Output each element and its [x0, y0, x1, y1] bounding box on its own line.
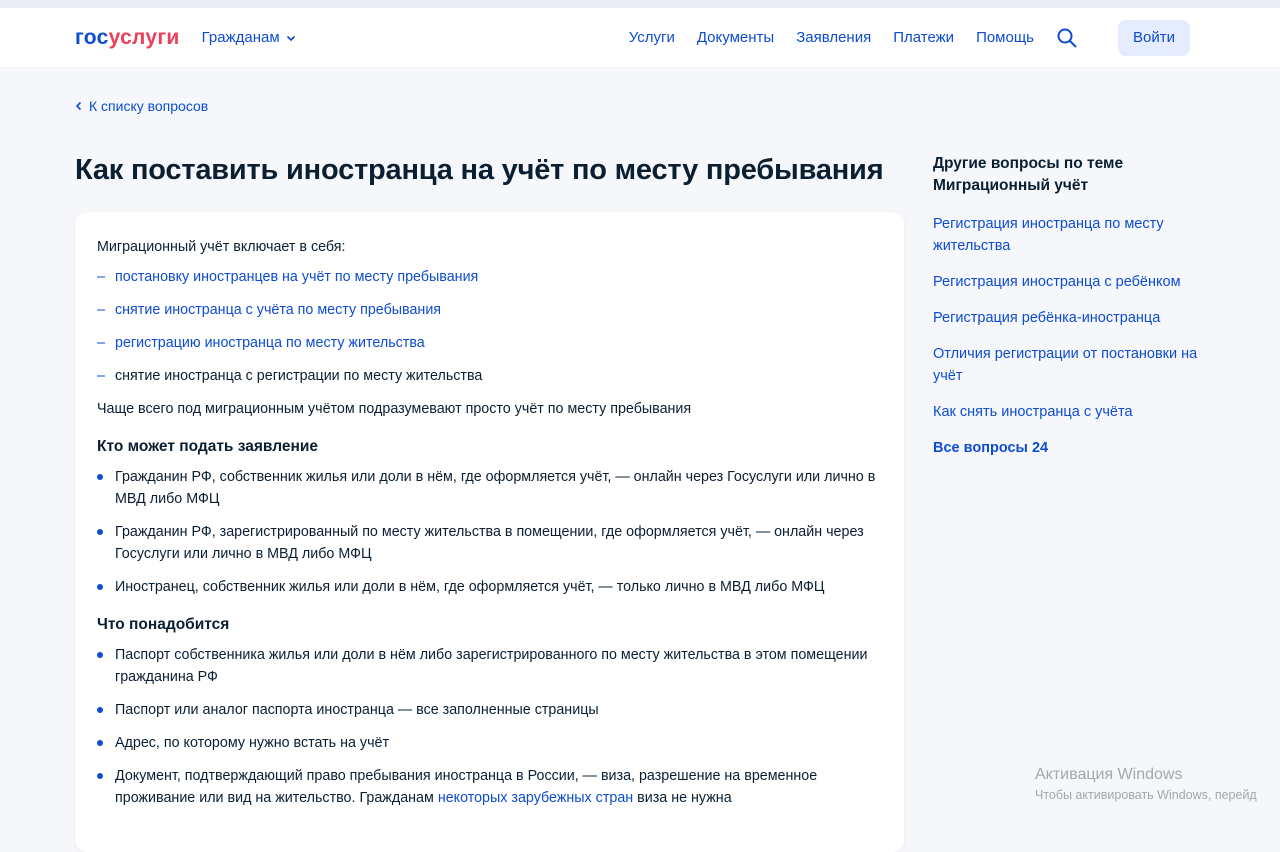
list-item: Паспорт собственника жилья или доли в нё… — [97, 644, 882, 688]
related-link[interactable]: Регистрация ребёнка-иностранца — [933, 307, 1203, 329]
related-title: Другие вопросы по теме Миграционный учёт — [933, 155, 1124, 194]
nav-item-services[interactable]: Услуги — [629, 29, 675, 46]
logo-part-uslugi: услуги — [108, 25, 180, 49]
list-item: – снятие иностранца с учёта по месту преб… — [97, 299, 882, 321]
chevron-down-icon — [286, 35, 295, 41]
bullet-dot — [97, 474, 103, 480]
who-heading: Кто может подать заявление — [97, 438, 319, 455]
logo-part-gos: гос — [75, 25, 109, 49]
bullet-dot — [97, 584, 103, 590]
item-text: Паспорт или аналог паспорта иностранца —… — [115, 702, 599, 718]
list-item: Иностранец, собственник жилья или доли в… — [97, 576, 882, 598]
list-item: Гражданин РФ, зарегистрированный по мест… — [97, 521, 882, 565]
bullet-dot — [97, 652, 103, 658]
nav-item-help[interactable]: Помощь — [976, 29, 1034, 46]
list-item: – снятие иностранца с регистрации по мест… — [97, 365, 882, 387]
item-text: Гражданин РФ, собственник жилья или доли… — [115, 469, 876, 507]
site-header: госуслуги Гражданам Услуги Документы Зая… — [0, 8, 1280, 68]
doc-text-end: виза не нужна — [633, 790, 732, 806]
main-nav: Услуги Документы Заявления Платежи Помощ… — [629, 29, 1034, 46]
dash-marker: – — [97, 302, 105, 318]
chevron-left-icon — [75, 101, 82, 111]
item-text: снятие иностранца с регистрации по месту… — [115, 368, 483, 384]
item-text: Паспорт собственника жилья или доли в нё… — [115, 647, 868, 685]
related-questions: Другие вопросы по теме Миграционный учёт… — [933, 153, 1203, 473]
note-text: Чаще всего под миграционным учётом подра… — [97, 401, 692, 417]
bullet-dot — [97, 740, 103, 746]
list-item: Паспорт или аналог паспорта иностранца —… — [97, 699, 882, 721]
top-strip — [0, 0, 1280, 8]
audience-label: Гражданам — [201, 29, 280, 46]
item-text-with-link: Документ, подтверждающий право пребывани… — [115, 765, 882, 809]
need-heading: Что понадобится — [97, 616, 230, 633]
bullet-dot — [97, 707, 103, 713]
login-button[interactable]: Войти — [1118, 19, 1190, 56]
list-item: Документ, подтверждающий право пребывани… — [97, 765, 882, 809]
item-link[interactable]: регистрацию иностранца по месту жительст… — [115, 332, 425, 354]
watermark-subtitle: Чтобы активировать Windows, перейд — [1035, 788, 1257, 802]
who-list: Гражданин РФ, собственник жилья или доли… — [97, 466, 882, 598]
item-text: Адрес, по которому нужно встать на учёт — [115, 735, 390, 751]
related-link[interactable]: Регистрация иностранца с ребёнком — [933, 271, 1203, 293]
dash-marker: – — [97, 269, 105, 285]
nav-item-applications[interactable]: Заявления — [796, 29, 871, 46]
related-link[interactable]: Как снять иностранца с учёта — [933, 401, 1203, 423]
related-link[interactable]: Регистрация иностранца по месту жительст… — [933, 213, 1203, 257]
related-link[interactable]: Отличия регистрации от постановки на учё… — [933, 343, 1203, 387]
list-item: – регистрацию иностранца по месту жительс… — [97, 332, 882, 354]
gosuslugi-logo[interactable]: госуслуги — [75, 26, 180, 50]
bullet-dot — [97, 529, 103, 535]
nav-item-payments[interactable]: Платежи — [893, 29, 954, 46]
article-card: Миграционный учёт включает в себя: – пост… — [75, 212, 904, 852]
search-icon[interactable] — [1056, 27, 1078, 49]
windows-activation-watermark: Активация Windows Чтобы активировать Win… — [1035, 765, 1280, 805]
audience-selector[interactable]: Гражданам — [202, 29, 296, 46]
page-title: Как поставить иностранца на учёт по мест… — [75, 154, 884, 186]
watermark-title: Активация Windows — [1035, 766, 1183, 783]
list-item: Гражданин РФ, собственник жилья или доли… — [97, 466, 882, 510]
list-item: Адрес, по которому нужно встать на учёт — [97, 732, 882, 754]
list-item: – постановку иностранцев на учёт по месту… — [97, 266, 882, 288]
item-link[interactable]: снятие иностранца с учёта по месту пребы… — [115, 299, 441, 321]
all-questions-link[interactable]: Все вопросы 24 — [933, 437, 1203, 459]
item-link[interactable]: постановку иностранцев на учёт по месту … — [115, 266, 478, 288]
back-link-label: К списку вопросов — [89, 98, 209, 114]
item-text: Гражданин РФ, зарегистрированный по мест… — [115, 524, 864, 562]
migration-items-list: – постановку иностранцев на учёт по месту… — [97, 266, 882, 387]
intro-text: Миграционный учёт включает в себя: — [97, 239, 346, 255]
dash-marker: – — [97, 368, 105, 384]
need-list: Паспорт собственника жилья или доли в нё… — [97, 644, 882, 809]
bullet-dot — [97, 773, 103, 779]
back-to-questions-link[interactable]: К списку вопросов — [75, 98, 208, 114]
foreign-countries-link[interactable]: некоторых зарубежных стран — [438, 790, 633, 806]
item-text: Иностранец, собственник жилья или доли в… — [115, 579, 825, 595]
dash-marker: – — [97, 335, 105, 351]
nav-item-documents[interactable]: Документы — [697, 29, 774, 46]
